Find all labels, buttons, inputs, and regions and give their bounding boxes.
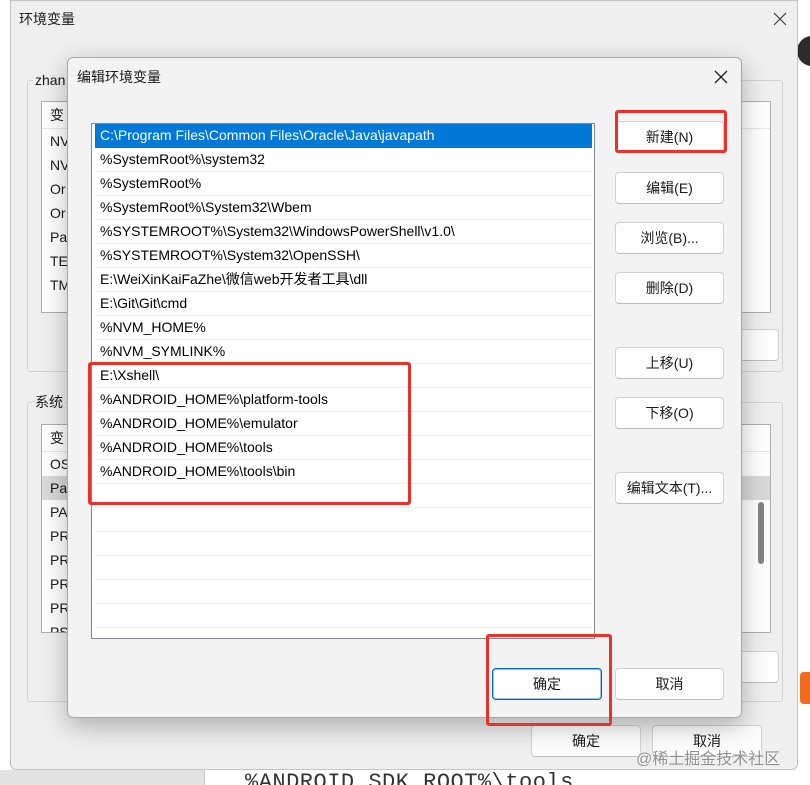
- background-sidebar-edge: [0, 770, 205, 785]
- path-entry[interactable]: C:\Program Files\Common Files\Oracle\Jav…: [95, 124, 592, 148]
- background-page: %ANDROID_SDK_ROOT%\tools: [205, 770, 810, 785]
- path-entry[interactable]: E:\Git\Git\cmd: [95, 292, 592, 316]
- path-entry[interactable]: %SYSTEMROOT%\System32\WindowsPowerShell\…: [95, 220, 592, 244]
- close-icon: [714, 70, 728, 84]
- system-variables-label: 系统: [33, 393, 65, 411]
- empty-row[interactable]: [95, 508, 592, 532]
- move-down-button[interactable]: 下移(O): [615, 397, 724, 429]
- scrollbar-thumb[interactable]: [758, 502, 764, 564]
- empty-row[interactable]: [95, 556, 592, 580]
- edit-text-button[interactable]: 编辑文本(T)...: [615, 472, 724, 504]
- user-variables-label: zhan: [33, 71, 68, 89]
- dialog-title: 编辑环境变量: [77, 69, 161, 85]
- app-icon: [800, 672, 810, 704]
- dialog-close-button[interactable]: [711, 67, 731, 87]
- env-ok-button[interactable]: 确定: [531, 725, 641, 757]
- path-entry[interactable]: %SystemRoot%\system32: [95, 148, 592, 172]
- path-entry[interactable]: E:\WeiXinKaiFaZhe\微信web开发者工具\dll: [95, 268, 592, 292]
- delete-button[interactable]: 删除(D): [615, 272, 724, 304]
- window-close-button[interactable]: [770, 9, 790, 29]
- adjacent-window-edge: [798, 0, 810, 770]
- empty-row[interactable]: [95, 580, 592, 604]
- edit-button[interactable]: 编辑(E): [615, 172, 724, 204]
- empty-row[interactable]: [95, 532, 592, 556]
- empty-row[interactable]: [95, 604, 592, 628]
- annotation-box-new-button: [615, 110, 727, 153]
- annotation-box-new-entries: [88, 362, 411, 505]
- watermark: @稀土掘金技术社区: [636, 751, 781, 768]
- path-entry[interactable]: %NVM_HOME%: [95, 316, 592, 340]
- path-entry[interactable]: %SYSTEMROOT%\System32\OpenSSH\: [95, 244, 592, 268]
- path-entry[interactable]: %NVM_SYMLINK%: [95, 340, 592, 364]
- browse-button[interactable]: 浏览(B)...: [615, 222, 724, 254]
- path-entry[interactable]: %SystemRoot%\System32\Wbem: [95, 196, 592, 220]
- path-entry[interactable]: %SystemRoot%: [95, 172, 592, 196]
- background-page-code: %ANDROID_SDK_ROOT%\tools: [245, 770, 574, 785]
- annotation-box-ok-button: [486, 634, 612, 726]
- cancel-button[interactable]: 取消: [615, 668, 724, 700]
- close-icon: [773, 12, 787, 26]
- window-title: 环境变量: [19, 11, 75, 27]
- move-up-button[interactable]: 上移(U): [615, 347, 724, 379]
- avatar: [798, 36, 810, 66]
